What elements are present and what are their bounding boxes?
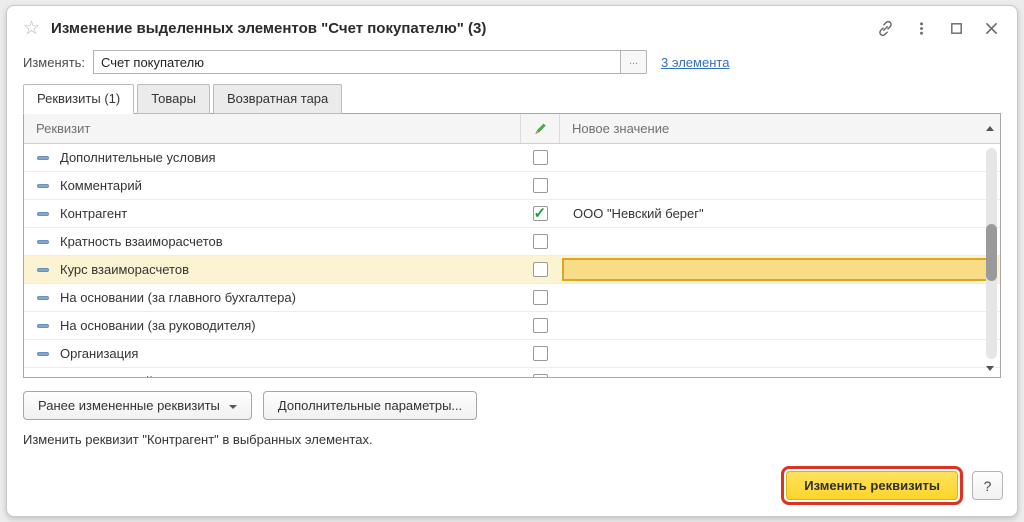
annotation-highlight: Изменить реквизиты xyxy=(781,466,963,505)
row-checkbox[interactable] xyxy=(533,262,548,277)
table-row[interactable]: Организация xyxy=(24,340,1000,368)
actions-row: Ранее измененные реквизиты Дополнительны… xyxy=(23,391,1001,420)
table-row[interactable]: На основании (за руководителя) xyxy=(24,312,1000,340)
scroll-down-icon[interactable] xyxy=(986,366,994,371)
pencil-icon xyxy=(532,121,548,137)
table-row[interactable]: Кратность взаиморасчетов xyxy=(24,228,1000,256)
window-title: Изменение выделенных элементов "Счет пок… xyxy=(51,20,877,37)
attributes-table: Реквизит Новое значение Дополнительные у… xyxy=(23,113,1001,378)
additional-params-button[interactable]: Дополнительные параметры... xyxy=(263,391,477,420)
new-value-cell[interactable]: ООО "Невский берег" xyxy=(560,200,1000,227)
attribute-marker-icon xyxy=(37,212,49,216)
change-attributes-button[interactable]: Изменить реквизиты xyxy=(786,471,958,500)
attribute-name: Комментарий xyxy=(60,178,142,193)
attribute-marker-icon xyxy=(37,240,49,244)
new-value-cell[interactable] xyxy=(560,256,1000,283)
new-value-cell[interactable] xyxy=(560,172,1000,199)
get-link-icon[interactable] xyxy=(877,20,894,37)
footer: Изменить реквизиты ? xyxy=(781,466,1003,505)
attribute-name: Курс взаиморасчетов xyxy=(60,262,189,277)
table-row[interactable]: Дополнительные условия xyxy=(24,144,1000,172)
attribute-marker-icon xyxy=(37,156,49,160)
tab-vozvratnaya-tara[interactable]: Возвратная тара xyxy=(213,84,342,114)
table-row[interactable]: На основании (за главного бухгалтера) xyxy=(24,284,1000,312)
table-row[interactable]: Ответственный xyxy=(24,368,1000,378)
attribute-marker-icon xyxy=(37,352,49,356)
table-header: Реквизит Новое значение xyxy=(24,114,1000,144)
new-value-cell[interactable] xyxy=(560,368,1000,378)
maximize-icon[interactable] xyxy=(949,21,964,36)
elements-link[interactable]: 3 элемента xyxy=(661,55,729,70)
new-value-cell[interactable] xyxy=(560,284,1000,311)
modify-label: Изменять: xyxy=(23,55,85,70)
table-row[interactable]: Комментарий xyxy=(24,172,1000,200)
attribute-marker-icon xyxy=(37,324,49,328)
tab-bar: Реквизиты (1) Товары Возвратная тара xyxy=(7,84,1017,114)
more-menu-icon[interactable] xyxy=(914,21,929,36)
new-value-input[interactable] xyxy=(562,258,996,281)
column-attribute: Реквизит xyxy=(24,121,520,136)
column-new-value: Новое значение xyxy=(560,121,1000,136)
row-checkbox[interactable] xyxy=(533,150,548,165)
row-checkbox[interactable] xyxy=(533,234,548,249)
table-row[interactable]: Контрагент ООО "Невский берег" xyxy=(24,200,1000,228)
new-value-cell[interactable] xyxy=(560,312,1000,339)
row-checkbox[interactable] xyxy=(533,374,548,378)
new-value-text: ООО "Невский берег" xyxy=(573,206,704,221)
modify-type-input[interactable] xyxy=(93,50,621,74)
row-checkbox[interactable] xyxy=(533,318,548,333)
new-value-cell[interactable] xyxy=(560,340,1000,367)
table-row[interactable]: Курс взаиморасчетов xyxy=(24,256,1000,284)
dropdown-arrow-icon xyxy=(229,405,237,409)
scroll-up-icon[interactable] xyxy=(986,126,994,131)
choose-type-button[interactable]: ... xyxy=(620,50,647,74)
scrollbar[interactable] xyxy=(986,148,997,359)
dialog-window: ☆ Изменение выделенных элементов "Счет п… xyxy=(6,5,1018,517)
status-text: Изменить реквизит "Контрагент" в выбранн… xyxy=(23,432,1001,447)
attribute-name: Контрагент xyxy=(60,206,127,221)
tab-tovary[interactable]: Товары xyxy=(137,84,210,114)
attribute-name: На основании (за руководителя) xyxy=(60,318,256,333)
attribute-name: Организация xyxy=(60,346,138,361)
attribute-marker-icon xyxy=(37,184,49,188)
scrollbar-thumb[interactable] xyxy=(986,224,997,281)
attribute-marker-icon xyxy=(37,268,49,272)
column-marker xyxy=(520,114,560,143)
close-icon[interactable] xyxy=(984,21,999,36)
help-button[interactable]: ? xyxy=(972,471,1003,500)
tab-rekvizity[interactable]: Реквизиты (1) xyxy=(23,84,134,114)
row-checkbox[interactable] xyxy=(533,346,548,361)
attribute-marker-icon xyxy=(37,296,49,300)
row-checkbox[interactable] xyxy=(533,178,548,193)
new-value-cell[interactable] xyxy=(560,228,1000,255)
row-checkbox[interactable] xyxy=(533,206,548,221)
row-checkbox[interactable] xyxy=(533,290,548,305)
title-bar: ☆ Изменение выделенных элементов "Счет п… xyxy=(7,6,1017,44)
favorite-star-icon[interactable]: ☆ xyxy=(23,19,40,38)
table-body: Дополнительные условия Комментарий Контр… xyxy=(24,144,1000,378)
new-value-cell[interactable] xyxy=(560,144,1000,171)
previously-changed-button[interactable]: Ранее измененные реквизиты xyxy=(23,391,252,420)
attribute-name: На основании (за главного бухгалтера) xyxy=(60,290,296,305)
attribute-name: Дополнительные условия xyxy=(60,150,216,165)
attribute-name: Ответственный xyxy=(60,374,153,378)
modify-row: Изменять: ... 3 элемента xyxy=(7,44,1017,84)
attribute-name: Кратность взаиморасчетов xyxy=(60,234,223,249)
